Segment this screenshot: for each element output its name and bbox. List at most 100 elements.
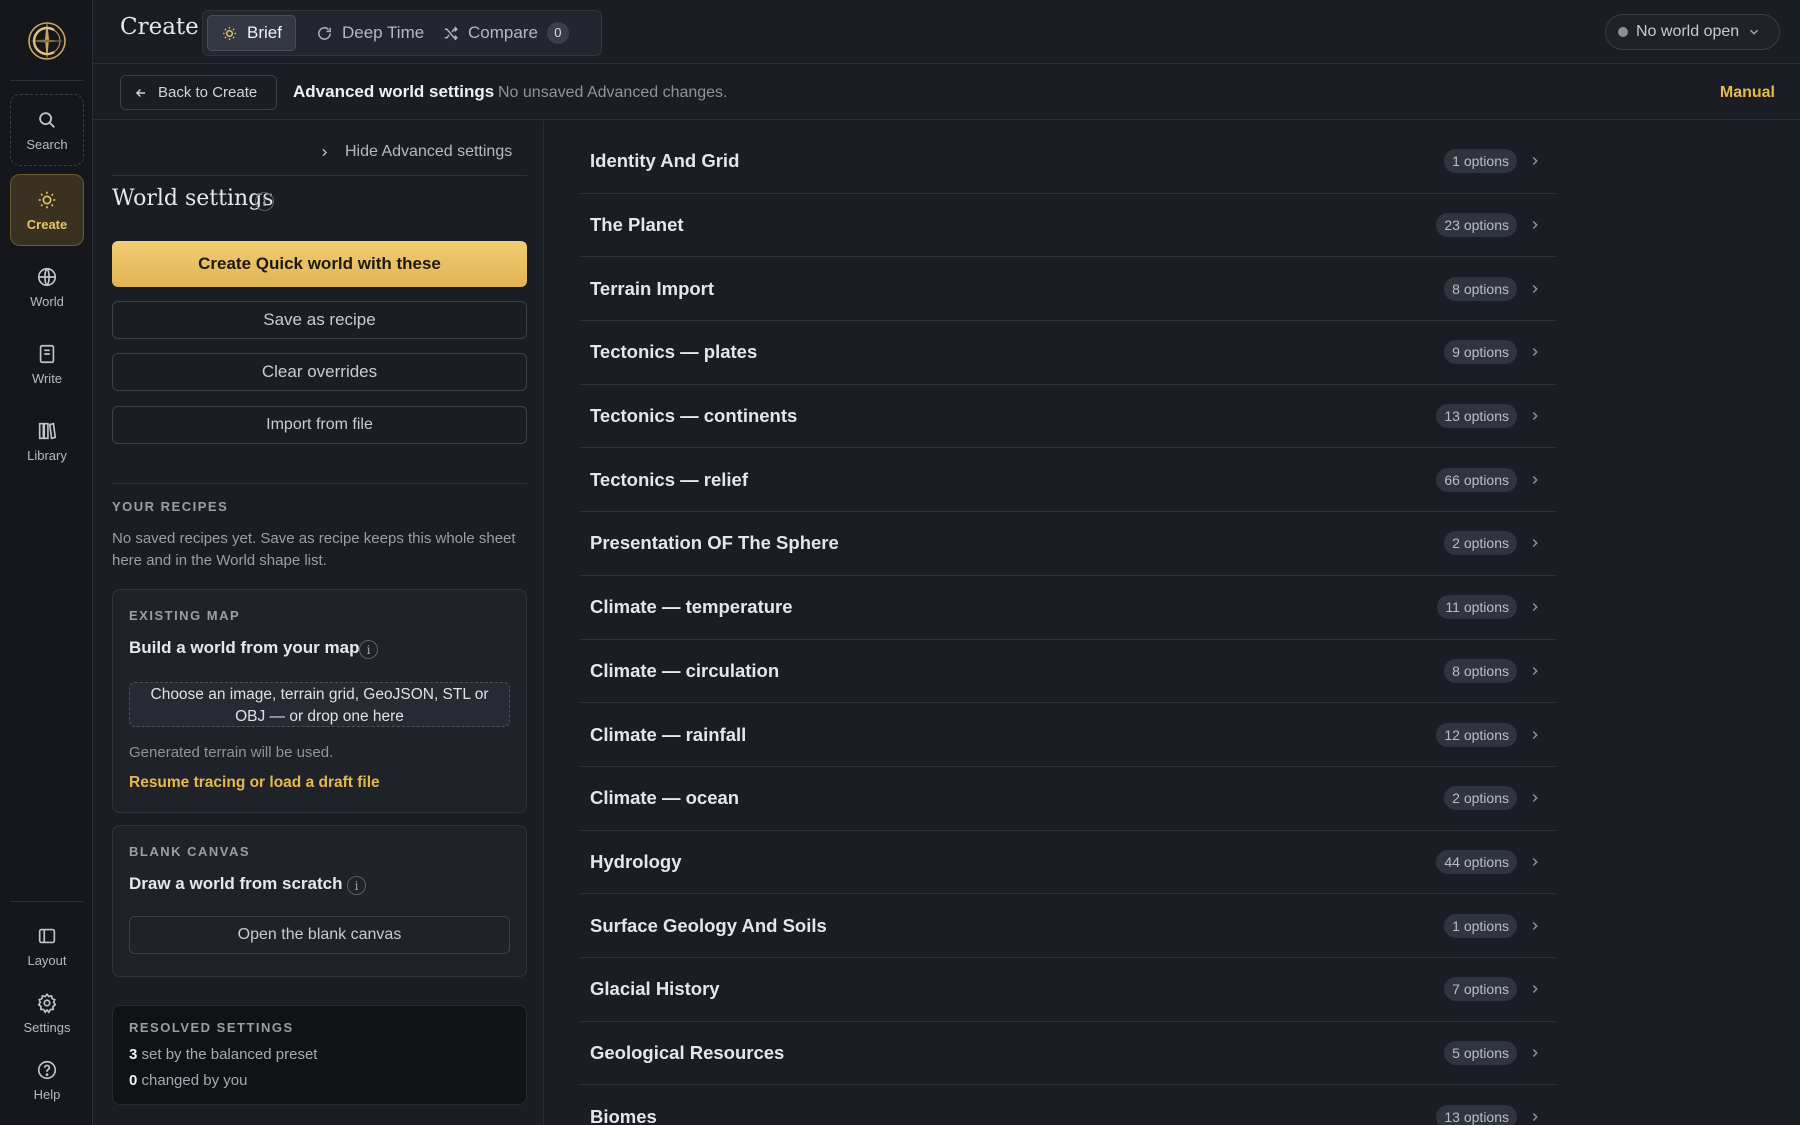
rail-item-world[interactable]: World [10, 251, 84, 323]
category-row[interactable]: Presentation OF The Sphere 2 options [580, 512, 1556, 576]
category-name: Climate — circulation [590, 659, 780, 681]
shuffle-icon [444, 26, 458, 40]
changed-count: 0 [129, 1072, 138, 1089]
category-name: Tectonics — plates [590, 341, 758, 363]
chevron-right-icon [1532, 666, 1538, 675]
rail-item-help[interactable]: Help [10, 1044, 84, 1116]
rail-item-write[interactable]: Write [10, 328, 84, 400]
resume-tracing-link[interactable]: Resume tracing or load a draft file [129, 774, 380, 792]
globe-icon [37, 267, 57, 286]
rail-item-label: Create [26, 216, 68, 232]
category-row[interactable]: Hydrology 44 options [580, 831, 1556, 895]
save-as-recipe-button[interactable]: Save as recipe [112, 301, 527, 339]
books-icon [38, 422, 57, 439]
rail-item-create[interactable]: Create [10, 174, 84, 246]
top-bar: Create Brief Deep Time Compare 0 No worl… [93, 0, 1800, 64]
category-row[interactable]: Tectonics — continents 13 options [580, 385, 1556, 449]
category-name: Terrain Import [590, 277, 715, 299]
clear-overrides-button[interactable]: Clear overrides [112, 353, 527, 391]
options-count-badge: 23 options [1436, 213, 1517, 238]
create-quick-world-button[interactable]: Create Quick world with these [112, 241, 527, 287]
tab-compare[interactable]: Compare 0 [429, 15, 582, 51]
category-row[interactable]: Climate — ocean 2 options [580, 767, 1556, 831]
back-button-label: Back to Create [158, 84, 258, 101]
existing-map-title: Build a world from your map [129, 638, 360, 657]
options-count-badge: 11 options [1437, 595, 1517, 620]
chevron-right-icon [1532, 1112, 1538, 1121]
options-count-badge: 5 options [1444, 1040, 1517, 1065]
tab-deep-time[interactable]: Deep Time [303, 15, 437, 51]
tab-label: Brief [247, 23, 282, 42]
back-to-create-button[interactable]: Back to Create [120, 75, 277, 110]
search-icon [39, 111, 55, 128]
chevron-right-icon [1532, 284, 1538, 293]
existing-map-label: EXISTING MAP [129, 608, 241, 623]
rail-item-label: World [30, 293, 64, 309]
options-count-badge: 13 options [1436, 404, 1517, 429]
hide-advanced-label: Hide Advanced settings [345, 143, 513, 160]
info-icon[interactable]: i [255, 192, 274, 211]
preset-count-line: 3 set by the balanced preset [129, 1046, 317, 1063]
rail-item-layout[interactable]: Layout [10, 910, 84, 982]
sub-header: Back to Create Advanced world settings N… [93, 65, 1800, 120]
arrow-left-icon [135, 88, 146, 97]
rail-item-search[interactable]: Search [10, 94, 84, 166]
world-select[interactable]: No world open [1605, 14, 1780, 50]
options-count-badge: 1 options [1444, 913, 1517, 938]
info-icon[interactable]: i [347, 876, 366, 895]
page-title: Create [120, 14, 199, 40]
options-count-badge: 2 options [1444, 786, 1517, 811]
world-settings-panel: Hide Advanced settings World settings i … [93, 121, 544, 1125]
category-row[interactable]: The Planet 23 options [580, 194, 1556, 258]
chevron-right-icon [1532, 603, 1538, 612]
changed-count-line: 0 changed by you [129, 1072, 247, 1089]
left-rail: Search Create World Write Library Layout… [0, 0, 93, 1125]
layout-icon [38, 928, 56, 943]
options-count-badge: 8 options [1444, 276, 1517, 301]
manual-link[interactable]: Manual [1720, 84, 1775, 102]
category-row[interactable]: Biomes 13 options [580, 1085, 1556, 1125]
category-row[interactable]: Terrain Import 8 options [580, 257, 1556, 322]
section-title: Advanced world settings [293, 82, 495, 101]
rail-item-library[interactable]: Library [10, 405, 84, 477]
compass-logo-icon[interactable] [24, 18, 70, 64]
rail-item-settings[interactable]: Settings [10, 977, 84, 1049]
category-row[interactable]: Climate — temperature 11 options [580, 576, 1556, 640]
category-row[interactable]: Climate — rainfall 12 options [580, 703, 1556, 767]
import-from-file-button[interactable]: Import from file [112, 406, 527, 444]
info-icon[interactable]: i [359, 640, 378, 659]
chevron-right-icon [1532, 348, 1538, 357]
hide-advanced-toggle[interactable]: Hide Advanced settings [318, 143, 512, 161]
save-status-text: No unsaved Advanced changes. [498, 84, 728, 101]
chevron-right-icon [322, 148, 328, 156]
terrain-note: Generated terrain will be used. [129, 744, 334, 761]
compare-count-badge: 0 [546, 22, 569, 44]
drop-zone-text: Choose an image, terrain grid, GeoJSON, … [150, 686, 489, 703]
world-select-value: No world open [1636, 23, 1740, 40]
category-row[interactable]: Identity And Grid 1 options [580, 130, 1556, 194]
category-name: Climate — temperature [590, 596, 793, 618]
tab-brief[interactable]: Brief [207, 15, 296, 51]
category-row[interactable]: Surface Geology And Soils 1 options [580, 894, 1556, 958]
tab-label: Compare [468, 23, 538, 42]
chevron-right-icon [1532, 794, 1538, 803]
options-count-badge: 7 options [1444, 977, 1517, 1002]
blank-canvas-title: Draw a world from scratch [129, 874, 343, 893]
world-settings-title: World settings [112, 186, 274, 211]
recipes-empty-text: No saved recipes yet. Save as recipe kee… [112, 530, 516, 569]
map-file-drop-zone[interactable]: Choose an image, terrain grid, GeoJSON, … [129, 682, 510, 727]
category-row[interactable]: Tectonics — relief 66 options [580, 448, 1556, 513]
category-name: Hydrology [590, 850, 682, 872]
open-blank-canvas-button[interactable]: Open the blank canvas [129, 916, 510, 954]
category-name: Identity And Grid [590, 150, 740, 172]
category-name: The Planet [590, 214, 684, 236]
chevron-right-icon [1532, 985, 1538, 994]
category-row[interactable]: Glacial History 7 options [580, 958, 1556, 1022]
category-name: Geological Resources [590, 1041, 785, 1063]
category-row[interactable]: Geological Resources 5 options [580, 1022, 1556, 1086]
category-row[interactable]: Tectonics — plates 9 options [580, 321, 1556, 385]
chevron-right-icon [1532, 412, 1538, 421]
blank-canvas-label: BLANK CANVAS [129, 844, 251, 859]
blank-canvas-card: BLANK CANVAS Draw a world from scratch i… [112, 825, 527, 977]
category-row[interactable]: Climate — circulation 8 options [580, 640, 1556, 704]
